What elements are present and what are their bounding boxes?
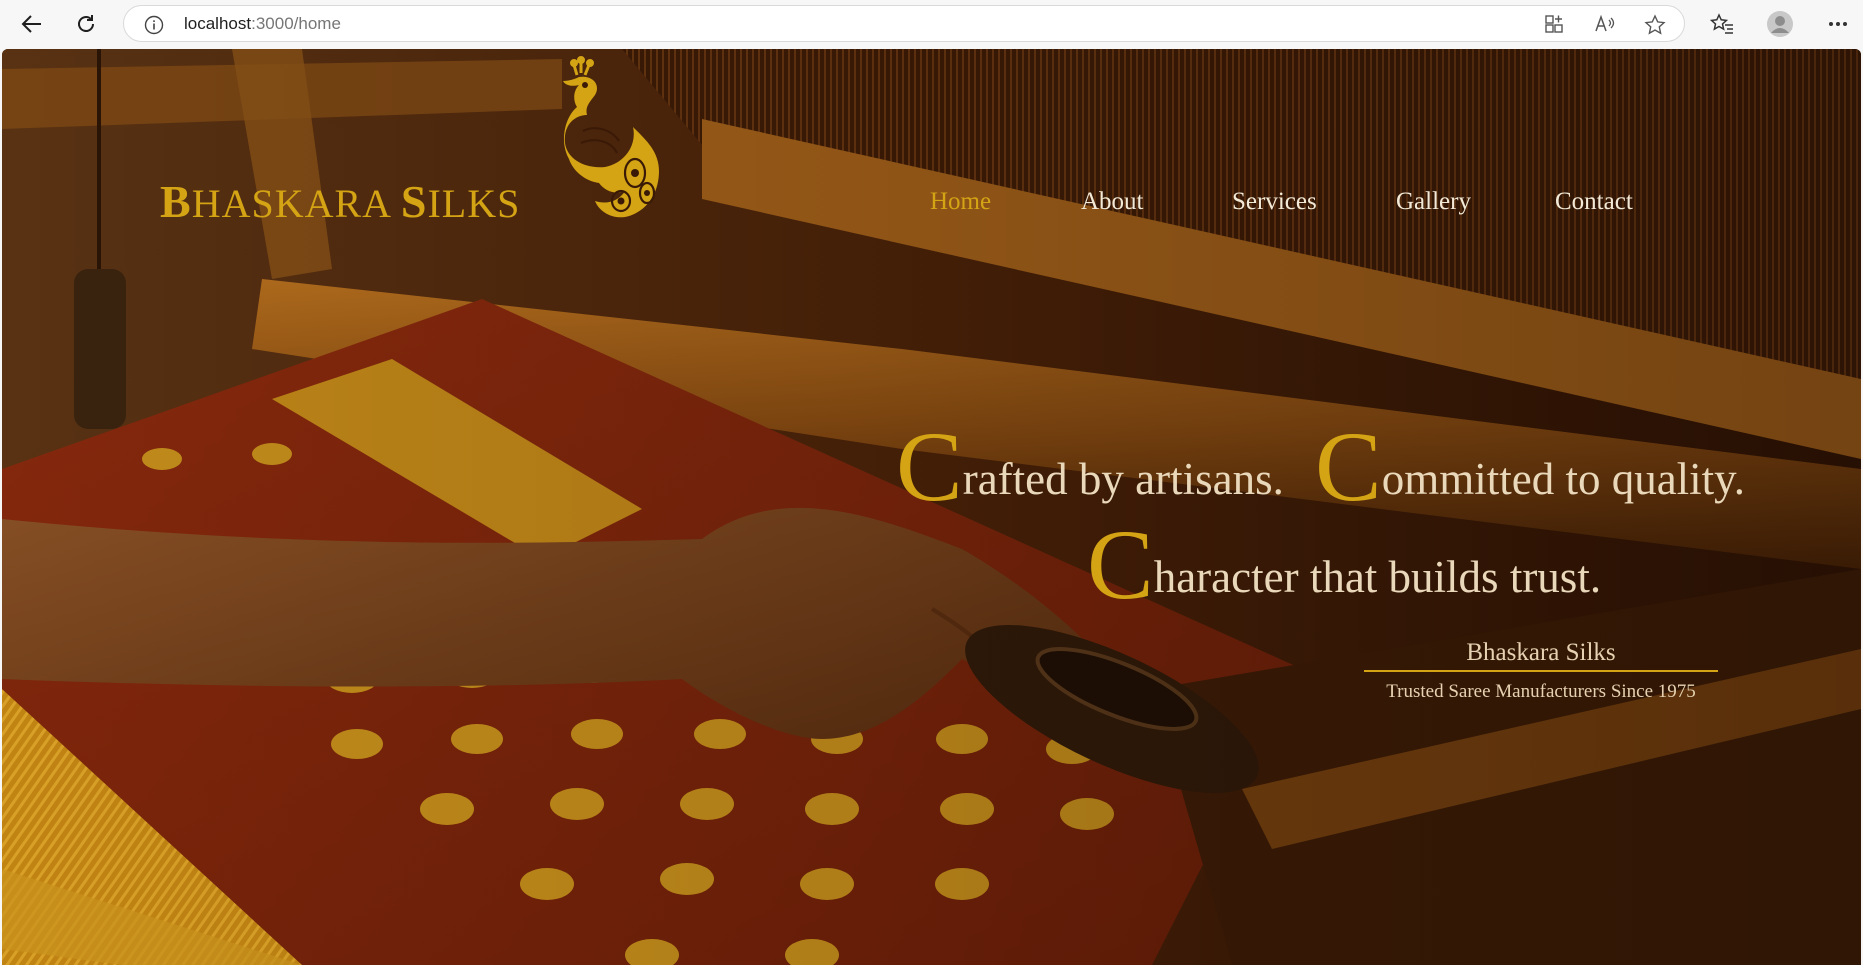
brand-word-2: ILKS [427,181,521,226]
profile-button[interactable] [1762,6,1798,42]
tagline-text-1a: rafted by artisans. [962,454,1284,504]
tagline-line-2: Character that builds trust. [1087,515,1601,615]
more-icon [1829,22,1847,26]
tagline-text-2: haracter that builds trust. [1153,552,1602,602]
brand-initial-b: B [160,176,192,227]
tagline-line-1b: Committed to quality. [1315,417,1745,517]
hero-company-name: Bhaskara Silks [1466,639,1616,666]
refresh-button[interactable] [68,6,104,42]
nav-services[interactable]: Services [1232,188,1317,216]
page-viewport: BHASKARA SILKS Home About Services Galle… [2,49,1861,965]
tagline-text-1b: ommitted to quality. [1381,454,1745,504]
back-arrow-icon [21,15,41,33]
url-host: localhost [184,14,252,33]
peacock-logo[interactable] [555,55,667,223]
more-button[interactable] [1820,6,1856,42]
favorites-icon [1710,13,1733,34]
nav-contact[interactable]: Contact [1555,188,1633,216]
brand-initial-s: S [400,176,428,227]
nav-gallery[interactable]: Gallery [1396,188,1471,216]
tagline-cap-2: C [1087,509,1154,620]
read-aloud-icon[interactable] [1594,14,1616,34]
info-icon[interactable] [144,15,164,35]
tagline-cap-1a: C [896,411,963,522]
star-icon[interactable] [1644,14,1666,36]
profile-icon [1767,11,1793,37]
refresh-icon [78,15,94,32]
hero-caption: Trusted Saree Manufacturers Since 1975 [1386,681,1696,702]
url-text[interactable]: localhost:3000/home [184,14,341,34]
favorites-button[interactable] [1704,6,1740,42]
tagline-cap-1b: C [1315,411,1382,522]
tagline-line-1a: Crafted by artisans. [896,417,1284,517]
url-path: :3000/home [251,14,341,33]
brand-word-1: HASKARA [191,181,401,226]
hero-divider [1364,670,1718,672]
nav-home[interactable]: Home [930,188,991,216]
site-logo-text[interactable]: BHASKARA SILKS [160,179,520,225]
browser-toolbar: localhost:3000/home [0,0,1863,48]
address-bar[interactable]: localhost:3000/home [123,5,1685,42]
back-button[interactable] [14,6,50,42]
nav-about[interactable]: About [1081,188,1144,216]
app-grid-icon[interactable] [1544,14,1564,34]
